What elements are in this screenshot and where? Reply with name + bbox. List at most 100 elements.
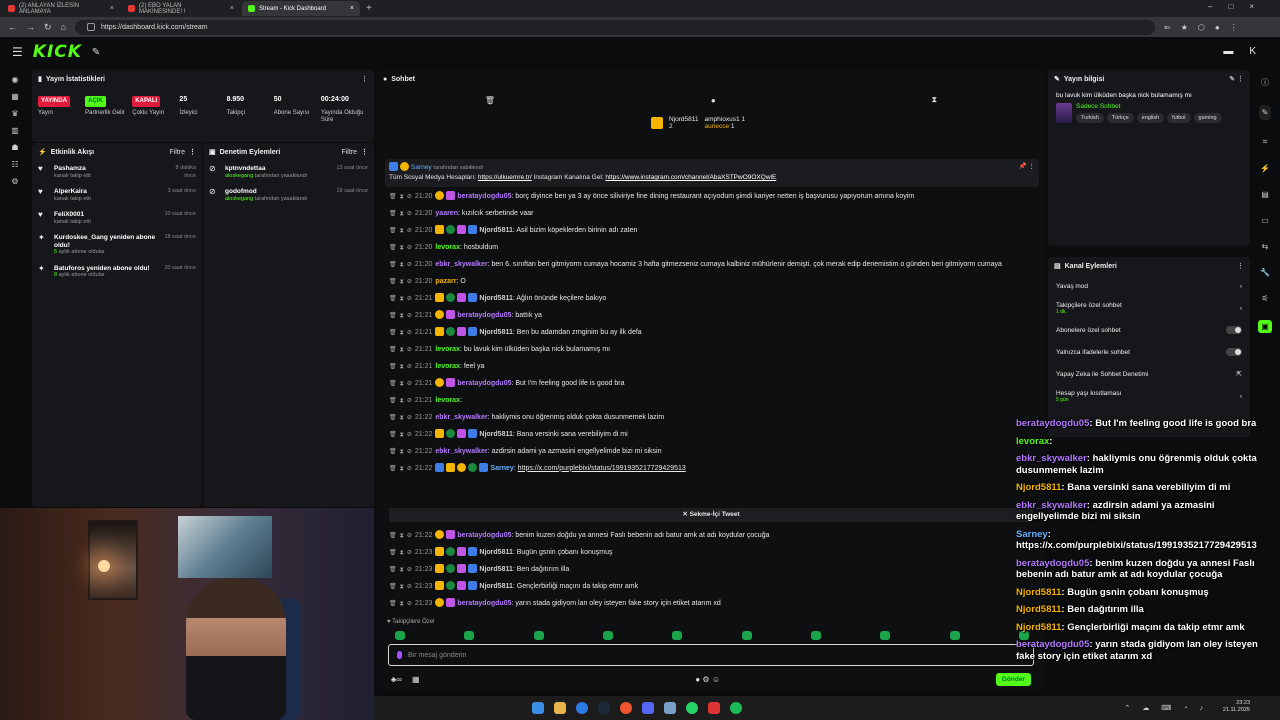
delete-message-icon[interactable]: 🗑 [389,245,397,251]
timeout-icon[interactable]: ⧗ [400,584,404,590]
delete-message-icon[interactable]: 🗑 [389,432,397,438]
ban-icon[interactable]: ⊘ [407,601,412,607]
ban-icon[interactable]: ⊘ [407,347,412,353]
ban-icon[interactable]: ⊘ [407,381,412,387]
arrows-icon[interactable]: ⇆ [1262,242,1269,251]
document-icon[interactable]: ▤ [1261,190,1269,199]
delete-message-icon[interactable]: 🗑 [389,262,397,268]
app-icon[interactable] [664,702,676,714]
timeout-icon[interactable]: ⧗ [400,533,404,539]
profile-icon[interactable]: ● [1215,23,1220,32]
stream-icon[interactable]: ◉ [12,75,19,84]
pinned-link[interactable]: https://ulkuemre.tr/ [478,174,532,181]
chat-message[interactable]: 🗑 ⧗ ⊘ 21:21 Njord5811: Ben bu adamdan zrngin… [377,324,1045,341]
chat-message[interactable]: 🗑 ⧗ ⊘ 21:21 berataydogdu05: But I'm feeling … [377,375,1045,392]
home-icon[interactable]: ⌂ [61,22,66,32]
back-history-icon[interactable]: ⇐ [1164,23,1171,32]
emote-icon[interactable] [949,631,960,640]
kick-logo[interactable]: KICK [33,42,82,62]
back-icon[interactable]: ← [8,22,17,32]
top-chatter-name[interactable]: auriecce [705,123,730,130]
reload-icon[interactable]: ↻ [44,22,52,33]
chat-message[interactable]: 🗑 ⧗ ⊘ 21:22 Sarney: https://x.com/purplebixi… [377,460,1045,477]
message-username[interactable]: Njord5811 [479,329,512,336]
close-tab-icon[interactable]: × [350,5,354,12]
timeout-icon[interactable]: ⧗ [400,601,404,607]
chat-message[interactable]: 🗑 ⧗ ⊘ 21:22 ebkr_skywalker: hakliymis onu öğ… [377,409,1045,426]
message-username[interactable]: Njord5811 [479,549,512,556]
info-icon[interactable]: ⓘ [1261,77,1269,88]
edit-icon[interactable]: ✎ ⋮ [1229,75,1244,83]
chat-message[interactable]: 🗑 ⧗ ⊘ 21:23 berataydogdu05: yarın stada gidi… [377,595,1045,612]
timeout-icon[interactable]: ⧗ [400,313,404,319]
filter-button[interactable]: Filtre [341,149,357,156]
kick-avatar-icon[interactable]: K [1249,46,1256,57]
ban-icon[interactable]: ⊘ [407,550,412,556]
message-username[interactable]: berataydogdu05 [457,600,511,607]
chat-message[interactable]: 🗑 ⧗ ⊘ 21:20 ebkr_skywalker: ben 6. sınıftan … [377,256,1045,273]
chat-input[interactable]: Bir mesaj gönderin ☺ [388,644,1034,666]
ban-icon[interactable]: ⊘ [407,296,412,302]
ban-icon[interactable]: ⊘ [407,245,412,251]
delete-message-icon[interactable]: 🗑 [389,330,397,336]
chat-message[interactable]: 🗑 ⧗ ⊘ 21:23 Njord5811: Bugün gsnin çobanı ko… [377,544,1045,561]
add-widget-icon[interactable]: ▣ [1258,320,1272,333]
delete-message-icon[interactable]: 🗑 [389,550,397,556]
tweet-embed-button[interactable]: ✕ Sekme-İçi Tweet [389,508,1033,522]
message-username[interactable]: berataydogdu05 [457,193,511,200]
trash-icon[interactable]: 🗑 [485,96,495,105]
ban-icon[interactable]: ⊘ [407,398,412,404]
chat-message[interactable]: 🗑 ⧗ ⊘ 21:23 Njord5811: Ben dağıtırım illa [377,561,1045,578]
message-username[interactable]: Njord5811 [479,295,512,302]
message-username[interactable]: Njord5811 [479,431,512,438]
chat-message[interactable]: 🗑 ⧗ ⊘ 21:21 levorax: feel ya [377,358,1045,375]
ban-icon[interactable]: ⊘ [407,584,412,590]
message-username[interactable]: Sarney [490,465,513,472]
message-username[interactable]: berataydogdu05 [457,312,511,319]
ban-icon[interactable]: ⊘ [407,567,412,573]
timeout-icon[interactable]: ⧗ [400,550,404,556]
message-username[interactable]: berataydogdu05 [457,532,511,539]
message-username[interactable]: yaaren [435,210,458,217]
delete-message-icon[interactable]: 🗑 [389,347,397,353]
ban-icon[interactable]: ⊘ [407,313,412,319]
explorer-icon[interactable] [554,702,566,714]
hourglass-icon[interactable]: ⧗ [931,95,937,105]
account-age-row[interactable]: Hesap yaşı kısıtlaması 5 gün › [1048,385,1250,407]
chat-message[interactable]: 🗑 ⧗ ⊘ 21:22 Njord5811: Bana versinki sana ve… [377,426,1045,443]
delete-message-icon[interactable]: 🗑 [389,211,397,217]
message-username[interactable]: ebkr_skywalker [435,448,487,455]
timeout-icon[interactable]: ⧗ [400,330,404,336]
mic-icon[interactable] [397,651,402,659]
clock[interactable]: 23:23 21.11.2025 [1223,700,1250,714]
delete-message-icon[interactable]: 🗑 [389,296,397,302]
timeout-icon[interactable]: ⧗ [400,567,404,573]
message-username[interactable]: Njord5811 [479,566,512,573]
spotify-icon[interactable] [730,702,742,714]
timeout-icon[interactable]: ⧗ [400,398,404,404]
window-controls[interactable]: –□× [1208,2,1270,11]
whatsapp-icon[interactable] [686,702,698,714]
edge-icon[interactable] [576,702,588,714]
chat-message[interactable]: 🗑 ⧗ ⊘ 21:20 berataydogdu05: borç diyince ben… [377,188,1045,205]
delete-message-icon[interactable]: 🗑 [389,313,397,319]
send-button[interactable]: Gönder [995,673,1031,686]
message-username[interactable]: levorax [435,244,460,251]
message-username[interactable]: levorax [435,397,460,404]
ban-icon[interactable]: ⊘ [407,432,412,438]
delete-message-icon[interactable]: 🗑 [389,364,397,370]
url-input[interactable]: https://dashboard.kick.com/stream [74,19,1155,35]
chat-message[interactable]: 🗑 ⧗ ⊘ 21:22 ebkr_skywalker: azdirsin adami y… [377,443,1045,460]
message-username[interactable]: levorax [435,363,460,370]
chat-message[interactable]: 🗑 ⧗ ⊘ 21:20 yaaren: kızılcık serbetinde vaar [377,205,1045,222]
menu-icon[interactable]: ⋮ [1230,23,1238,32]
timeout-icon[interactable]: ⧗ [400,262,404,268]
ai-moderation-row[interactable]: Yapay Zeka ile Sohbet Denetimi ⇱ [1048,363,1250,385]
emote-icon[interactable] [880,631,891,640]
ban-icon[interactable]: ⊘ [407,449,412,455]
delete-message-icon[interactable]: 🗑 [389,533,397,539]
close-tab-icon[interactable]: × [110,5,114,12]
timeout-icon[interactable]: ⧗ [400,245,404,251]
more-icon[interactable]: ⋮ [1237,262,1244,270]
system-tray-icons[interactable]: ⌃ ☁ ⌨ ◔ ♪ [1125,704,1208,712]
